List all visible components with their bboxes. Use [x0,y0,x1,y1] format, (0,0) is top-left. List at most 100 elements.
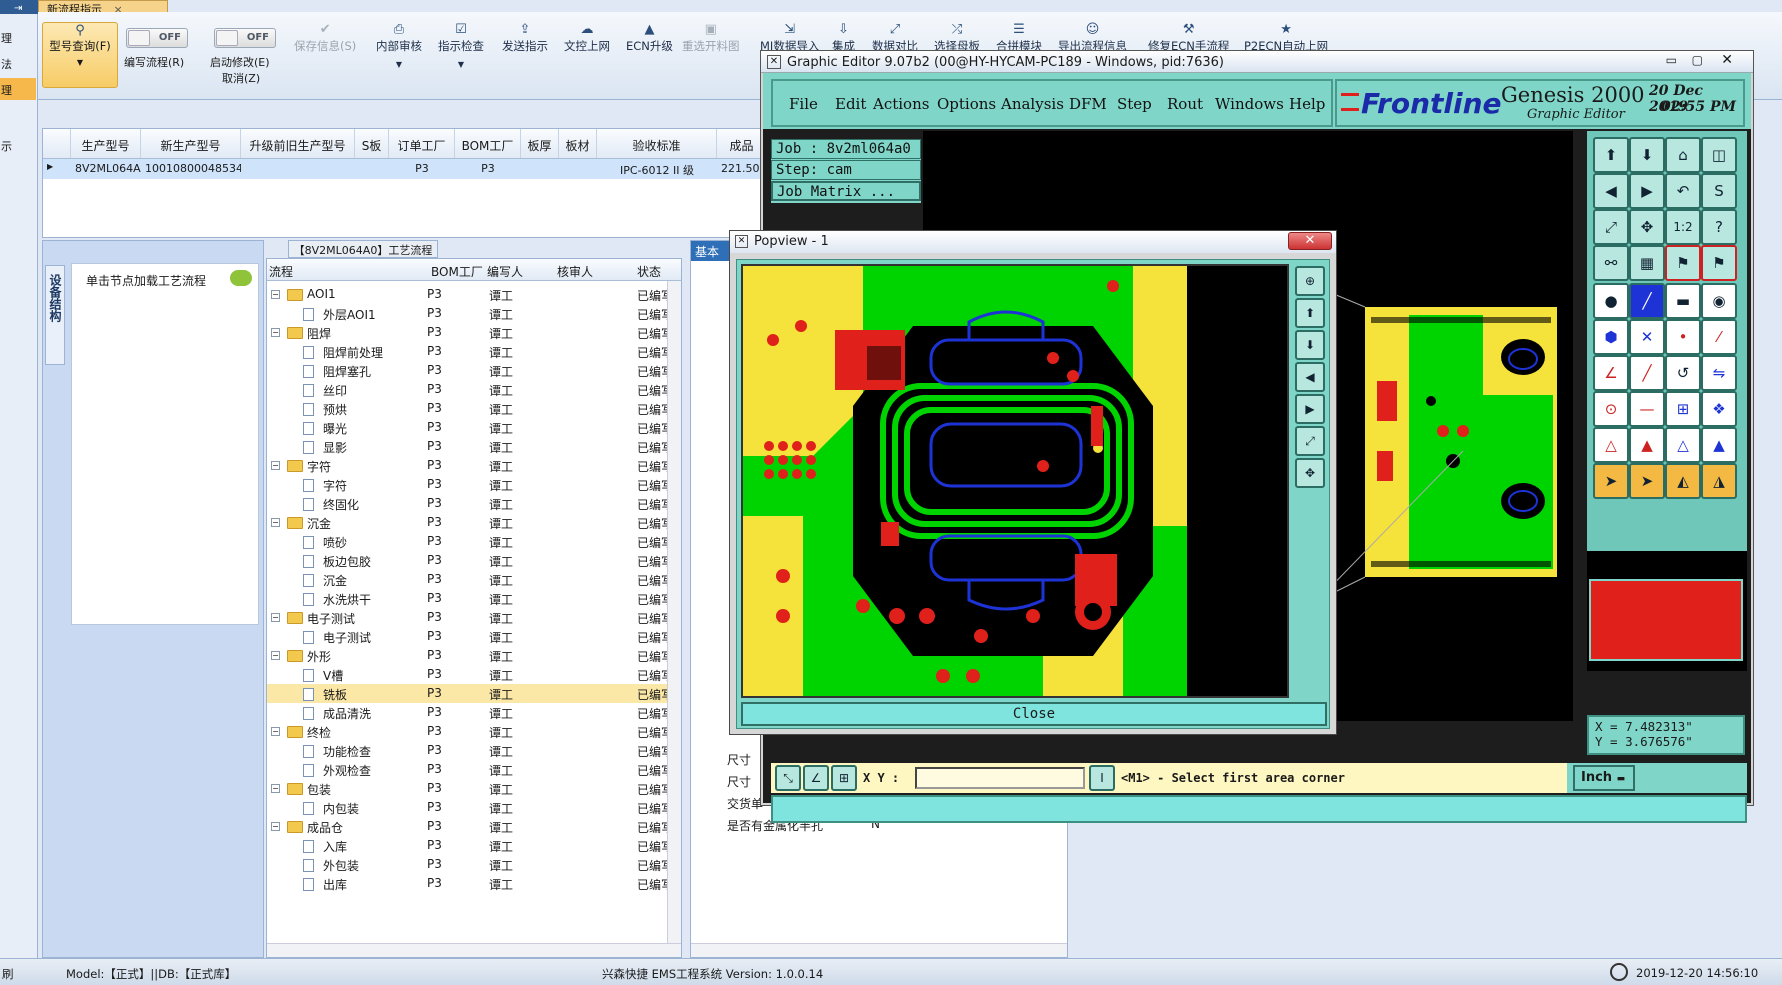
tree-row[interactable]: − 外形 P3 谭工 已编写 [267,646,667,665]
page-up-icon[interactable]: ⬆ [1593,137,1629,173]
col-header[interactable]: 板厚 [521,129,559,158]
tree-row[interactable]: 终固化 P3 谭工 已编写 [267,494,667,513]
tree-row[interactable]: 水洗烘干 P3 谭工 已编写 [267,589,667,608]
ruler-icon[interactable]: ▬ [1665,283,1701,319]
group-icon[interactable]: ❖ [1701,391,1737,427]
box-cross-icon[interactable]: ⊞ [1665,391,1701,427]
tree-row[interactable]: − 阻焊 P3 谭工 已编写 [267,323,667,342]
window-icon[interactable]: ◫ [1701,137,1737,173]
left-nav-item[interactable]: 示 [0,134,36,156]
model-query-button[interactable]: ⚲ 型号查询(F) ▼ [42,22,118,88]
job-matrix-button[interactable]: Job Matrix ... [771,181,921,201]
popview-close-button[interactable]: Close [741,702,1327,726]
input-mode-icon[interactable]: I [1089,765,1115,791]
vertical-scrollbar[interactable] [667,281,681,943]
pv-right-icon[interactable]: ▶ [1295,394,1325,424]
pv-zoom-in-icon[interactable]: ⊕ [1295,266,1325,296]
maximize-icon[interactable]: ▢ [1692,53,1703,67]
expand-toggle-icon[interactable]: − [271,290,280,299]
triangle4-icon[interactable]: ▲ [1701,427,1737,463]
horizontal-scrollbar[interactable] [691,943,1067,957]
menu-windows[interactable]: Windows [1215,95,1284,113]
tree-row[interactable]: − 终检 P3 谭工 已编写 [267,722,667,741]
point2-icon[interactable]: ⁄ [1701,319,1737,355]
menu-help[interactable]: Help [1289,95,1325,113]
pin-icon[interactable]: ⊙ [1593,391,1629,427]
layer-red-icon[interactable]: ⚑ [1665,245,1701,281]
tree-row[interactable]: 外层AOI1 P3 谭工 已编写 [267,304,667,323]
tree-row[interactable]: 出库 P3 谭工 已编写 [267,874,667,893]
left-nav-item-active[interactable]: 理 [0,78,36,100]
tree-row[interactable]: − 电子测试 P3 谭工 已编写 [267,608,667,627]
upload-net-button[interactable]: ☁ 文控上网 [564,22,610,54]
tree-row[interactable]: − 包装 P3 谭工 已编写 [267,779,667,798]
popview-canvas[interactable] [741,264,1289,698]
help-icon[interactable]: ? [1701,209,1737,245]
pv-fit-icon[interactable]: ⤢ [1295,426,1325,456]
cross-icon[interactable]: ✕ [1629,319,1665,355]
node-area[interactable]: 单击节点加载工艺流程 [71,263,259,625]
slash-icon[interactable]: ╱ [1629,355,1665,391]
grid-icon[interactable]: ▦ [1629,245,1665,281]
tree-row[interactable]: 铣板 P3 谭工 已编写 [267,684,667,703]
tree-row[interactable]: − AOI1 P3 谭工 已编写 [267,285,667,304]
close-icon[interactable]: ✕ [1721,52,1733,68]
page-down-icon[interactable]: ⬇ [1629,137,1665,173]
pad-icon[interactable]: ● [1593,283,1629,319]
tree-row[interactable]: 曝光 P3 谭工 已编写 [267,418,667,437]
menu-actions[interactable]: Actions [873,95,929,113]
popview-close-icon[interactable]: ✕ [1288,232,1332,250]
tree-row[interactable]: − 字符 P3 谭工 已编写 [267,456,667,475]
pan-right-icon[interactable]: ▶ [1629,173,1665,209]
undo-icon[interactable]: ↶ [1665,173,1701,209]
triangle-icon[interactable]: △ [1593,427,1629,463]
col-header[interactable]: 核审人 [557,263,593,280]
zoom-fit-icon[interactable]: ⤢ [1593,209,1629,245]
menu-analysis[interactable]: Analysis [1001,95,1064,113]
snap-icon[interactable]: S [1701,173,1737,209]
measure-icon[interactable]: ⚯ [1593,245,1629,281]
col-header[interactable]: 编写人 [487,263,523,280]
point-icon[interactable]: • [1665,319,1701,355]
tree-row[interactable]: 丝印 P3 谭工 已编写 [267,380,667,399]
col-header[interactable]: 验收标准 [597,129,717,158]
pv-center-icon[interactable]: ✥ [1295,458,1325,488]
menu-rout[interactable]: Rout [1167,95,1203,113]
pointer4-icon[interactable]: ◮ [1701,463,1737,499]
tree-row[interactable]: 入库 P3 谭工 已编写 [267,836,667,855]
tree-row[interactable]: 阻焊前处理 P3 谭工 已编写 [267,342,667,361]
node-icon[interactable]: ⬢ [1593,319,1629,355]
arc-icon[interactable]: ↺ [1665,355,1701,391]
tree-row[interactable]: 喷砂 P3 谭工 已编写 [267,532,667,551]
start-modify-toggle[interactable]: OFF [214,28,276,48]
internal-review-button[interactable]: ⎙ 内部审核 ▼ [376,22,422,69]
expand-toggle-icon[interactable]: − [271,613,280,622]
col-header[interactable]: 生产型号 [71,129,141,158]
units-select[interactable]: Inch ▬ [1573,765,1635,791]
reselect-drawing-button[interactable]: ▣ 重选开料图 [682,22,740,54]
tree-row[interactable]: 电子测试 P3 谭工 已编写 [267,627,667,646]
pv-up-icon[interactable]: ⬆ [1295,298,1325,328]
pv-left-icon[interactable]: ◀ [1295,362,1325,392]
collapse-icon[interactable]: ⇥ [0,0,38,14]
menu-edit[interactable]: Edit [835,95,866,113]
tree-row[interactable]: 字符 P3 谭工 已编写 [267,475,667,494]
menu-options[interactable]: Options [937,95,996,113]
popview-titlebar[interactable]: ✕ Popview - 1 [730,231,1336,253]
menu-step[interactable]: Step [1117,95,1152,113]
send-indicate-button[interactable]: ⇪ 发送指示 [502,22,548,54]
expand-toggle-icon[interactable]: − [271,784,280,793]
tree-row[interactable]: − 成品仓 P3 谭工 已编写 [267,817,667,836]
grid-snap-icon[interactable]: ⊞ [831,765,857,791]
minimize-icon[interactable]: ▭ [1666,53,1677,67]
layer-color-swatch[interactable] [1589,579,1743,661]
col-header[interactable]: BOM工厂 [455,129,521,158]
tab-device-structure[interactable]: 设备结构 [45,265,65,365]
table-row[interactable]: ▶ 8V2ML064A0 10010800048534 P3 P3 IPC-60… [43,159,771,179]
tree-row[interactable]: 内包装 P3 谭工 已编写 [267,798,667,817]
pan-left-icon[interactable]: ◀ [1593,173,1629,209]
triangle3-icon[interactable]: △ [1665,427,1701,463]
menu-file[interactable]: File [789,95,818,113]
col-header[interactable]: 升级前旧生产型号 [241,129,355,158]
expand-toggle-icon[interactable]: − [271,651,280,660]
